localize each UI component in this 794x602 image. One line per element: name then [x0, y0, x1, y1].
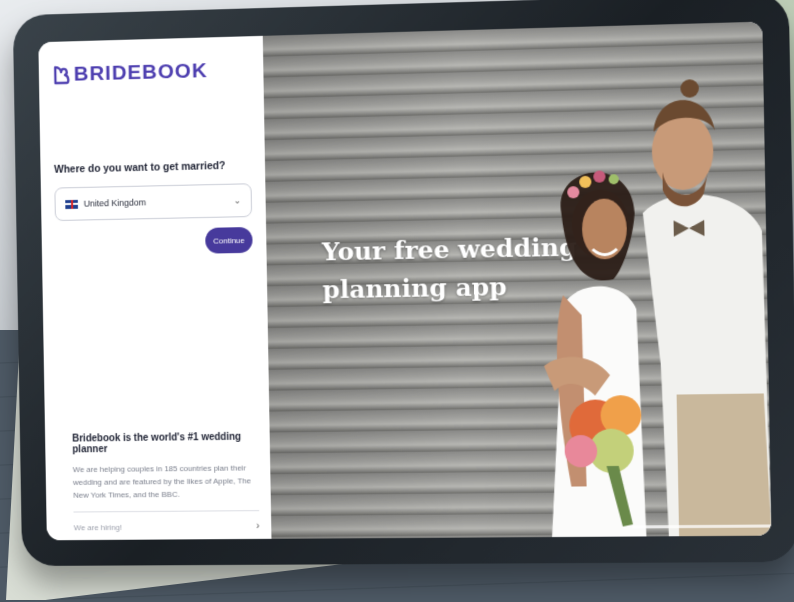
divider	[73, 510, 260, 513]
tablet-device: BRIDEBOOK Where do you want to get marri…	[12, 0, 794, 567]
hiring-link[interactable]: We are hiring! ›	[74, 521, 260, 533]
footer-info: Bridebook is the world's #1 wedding plan…	[72, 432, 259, 534]
footer-description: We are helping couples in 185 countries …	[72, 463, 252, 500]
continue-button[interactable]: Continue	[205, 226, 253, 254]
chevron-down-icon: ⌄	[233, 194, 242, 205]
location-question: Where do you want to get married?	[53, 159, 226, 176]
bridebook-logo-icon	[52, 65, 70, 85]
tablet-screen: BRIDEBOOK Where do you want to get marri…	[38, 21, 772, 541]
brand-logo[interactable]: BRIDEBOOK	[52, 58, 250, 87]
brand-name: BRIDEBOOK	[73, 59, 208, 86]
country-select-value: United Kingdom	[83, 197, 147, 209]
footer-title: Bridebook is the world's #1 wedding plan…	[72, 431, 242, 456]
hero-image: Your free wedding planning app	[262, 21, 772, 539]
country-select[interactable]: United Kingdom ⌄	[54, 183, 253, 222]
signup-panel: BRIDEBOOK Where do you want to get marri…	[38, 35, 272, 541]
hiring-label: We are hiring!	[73, 523, 123, 533]
uk-flag-icon	[65, 199, 78, 209]
couple-photo	[543, 79, 772, 538]
chevron-right-icon: ›	[256, 521, 260, 532]
